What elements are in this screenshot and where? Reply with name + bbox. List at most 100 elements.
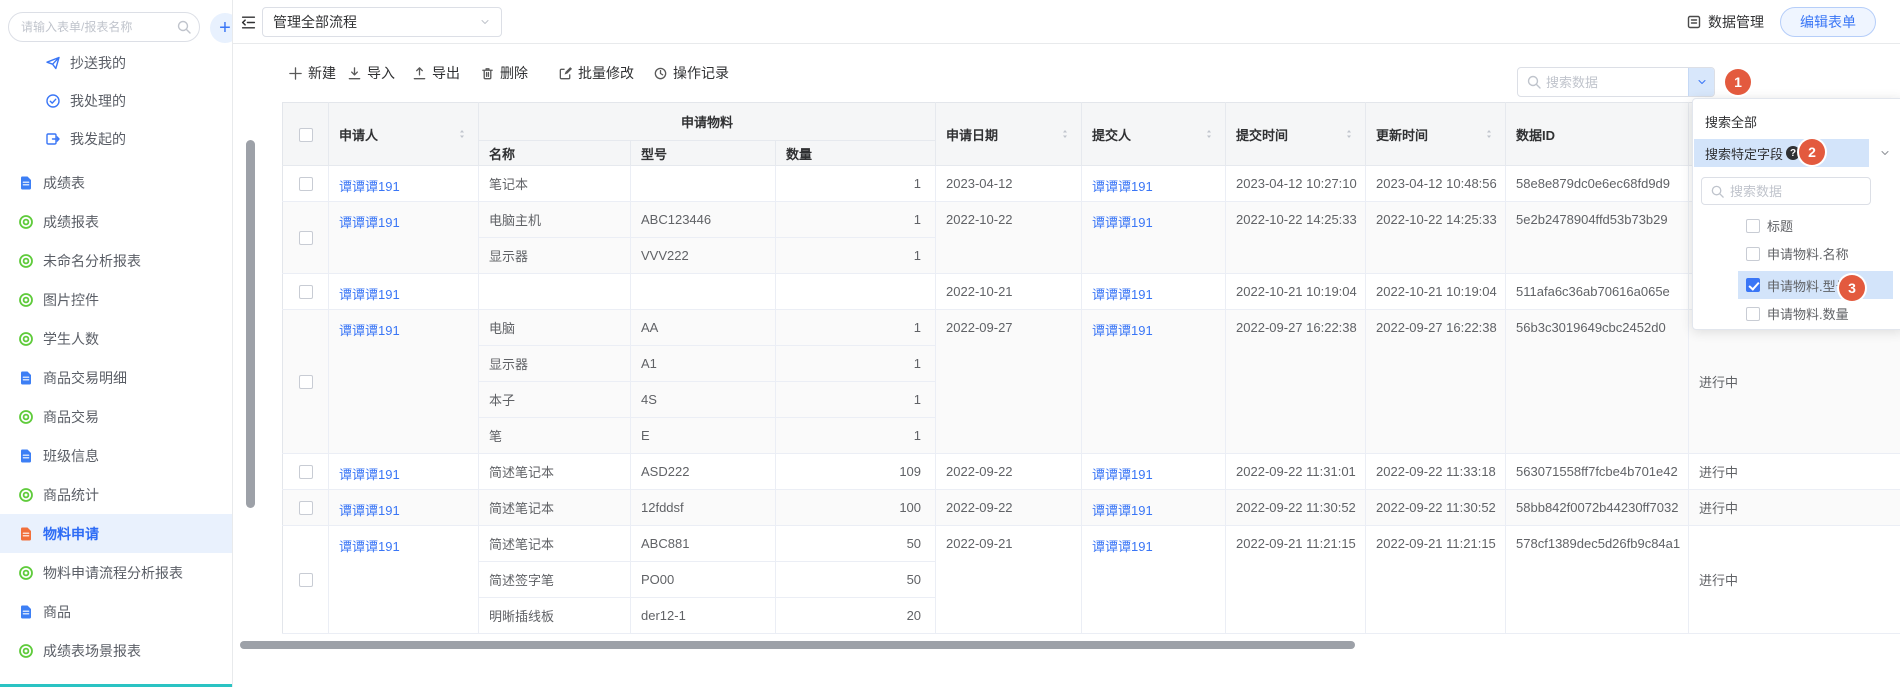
column-header-model: 型号 bbox=[631, 141, 776, 166]
select-all-checkbox[interactable] bbox=[299, 128, 313, 142]
row-checkbox[interactable] bbox=[299, 231, 313, 245]
row-checkbox[interactable] bbox=[299, 177, 313, 191]
row-checkbox[interactable] bbox=[299, 465, 313, 479]
column-header-update_time[interactable]: 更新时间 bbox=[1366, 103, 1506, 166]
row-checkbox-cell bbox=[283, 310, 329, 454]
search-fields-option[interactable]: 搜索特定字段 ? bbox=[1694, 139, 1869, 167]
report-icon bbox=[18, 331, 34, 347]
caret-sort-icon[interactable] bbox=[1483, 128, 1495, 140]
sidebar-item-学生人数[interactable]: 学生人数 bbox=[0, 319, 232, 358]
field-option-标题[interactable]: 标题 bbox=[1738, 212, 1893, 239]
column-header-submitter[interactable]: 提交人 bbox=[1082, 103, 1226, 166]
sidebar-search-input[interactable] bbox=[8, 12, 200, 42]
status-cell: 进行中 bbox=[1689, 454, 1900, 490]
applicant-link[interactable]: 谭谭谭191 bbox=[339, 215, 400, 230]
field-option-申请物料.数量[interactable]: 申请物料.数量 bbox=[1738, 300, 1893, 327]
data-search-input[interactable] bbox=[1546, 68, 1688, 96]
applicant-cell: 谭谭谭191 bbox=[329, 202, 479, 274]
field-option-申请物料.型号[interactable]: 申请物料.型号 bbox=[1738, 271, 1893, 299]
search-all-option[interactable]: 搜索全部 bbox=[1705, 112, 1757, 131]
advanced-search-toggle[interactable] bbox=[1688, 68, 1714, 96]
sidebar-item-1[interactable]: 我处理的 bbox=[0, 82, 232, 120]
vertical-scrollbar-thumb[interactable] bbox=[246, 140, 255, 508]
caret-sort-icon[interactable] bbox=[456, 128, 468, 140]
horizontal-scrollbar-thumb[interactable] bbox=[240, 641, 1355, 649]
sidebar-item-成绩表场景报表[interactable]: 成绩表场景报表 bbox=[0, 631, 232, 670]
item-quantity-cell: 1 bbox=[776, 202, 936, 238]
field-search-dropdown: 搜索全部 搜索特定字段 ? 标题申请物料.名称申请物料.型号申请物料.数量 bbox=[1692, 98, 1900, 330]
row-checkbox[interactable] bbox=[299, 375, 313, 389]
sidebar-item-label: 学生人数 bbox=[43, 329, 99, 349]
data-manage-button[interactable]: 数据管理 bbox=[1686, 0, 1764, 44]
sidebar-item-图片控件[interactable]: 图片控件 bbox=[0, 280, 232, 319]
flow-select[interactable]: 管理全部流程 bbox=[262, 7, 502, 37]
sidebar-item-成绩表[interactable]: 成绩表 bbox=[0, 163, 232, 202]
sidebar-item-label: 班级信息 bbox=[43, 446, 99, 466]
column-header-submit_time[interactable]: 提交时间 bbox=[1226, 103, 1366, 166]
chevron-down-icon[interactable] bbox=[1879, 147, 1891, 159]
sidebar-item-物料申请[interactable]: 物料申请 bbox=[0, 514, 232, 553]
row-checkbox[interactable] bbox=[299, 501, 313, 515]
sidebar-item-物料申请流程分析报表[interactable]: 物料申请流程分析报表 bbox=[0, 553, 232, 592]
panel-search-input[interactable] bbox=[1730, 184, 1870, 199]
sidebar-item-2[interactable]: 我发起的 bbox=[0, 120, 232, 158]
sidebar-item-成绩报表[interactable]: 成绩报表 bbox=[0, 202, 232, 241]
checkbox[interactable] bbox=[1746, 219, 1760, 233]
plus-icon bbox=[288, 66, 303, 81]
data-id-cell: 511afa6c36ab70616a065e bbox=[1506, 274, 1689, 310]
edit-form-button[interactable]: 编辑表单 bbox=[1780, 7, 1876, 37]
submitter-link[interactable]: 谭谭谭191 bbox=[1092, 539, 1153, 554]
row-checkbox-cell bbox=[283, 454, 329, 490]
question-circle-icon[interactable]: ? bbox=[1786, 146, 1800, 160]
submit-time-cell: 2022-10-22 14:25:33 bbox=[1226, 202, 1366, 274]
add-form-button[interactable]: + bbox=[210, 13, 233, 43]
applicant-link[interactable]: 谭谭谭191 bbox=[339, 539, 400, 554]
export-button[interactable]: 导出 bbox=[412, 44, 460, 102]
sidebar-item-label: 我处理的 bbox=[70, 91, 126, 111]
trash-button[interactable]: 删除 bbox=[480, 44, 528, 102]
import-button[interactable]: 导入 bbox=[347, 44, 395, 102]
column-header-apply_date[interactable]: 申请日期 bbox=[936, 103, 1082, 166]
applicant-link[interactable]: 谭谭谭191 bbox=[339, 503, 400, 518]
sidebar-item-班级信息[interactable]: 班级信息 bbox=[0, 436, 232, 475]
item-name-cell: 显示器 bbox=[479, 238, 631, 274]
checked-checkbox[interactable] bbox=[1746, 278, 1760, 292]
column-header-applicant[interactable]: 申请人 bbox=[329, 103, 479, 166]
data-search-box bbox=[1517, 67, 1715, 97]
sidebar-item-未命名分析报表[interactable]: 未命名分析报表 bbox=[0, 241, 232, 280]
row-checkbox[interactable] bbox=[299, 573, 313, 587]
sidebar-item-商品交易明细[interactable]: 商品交易明细 bbox=[0, 358, 232, 397]
report-icon bbox=[18, 253, 34, 269]
item-model-cell: der12-1 bbox=[631, 598, 776, 634]
row-checkbox[interactable] bbox=[299, 285, 313, 299]
submitter-link[interactable]: 谭谭谭191 bbox=[1092, 323, 1153, 338]
checkbox[interactable] bbox=[1746, 307, 1760, 321]
plus-button[interactable]: 新建 bbox=[288, 44, 336, 102]
applicant-link[interactable]: 谭谭谭191 bbox=[339, 179, 400, 194]
history-button[interactable]: 操作记录 bbox=[653, 44, 729, 102]
field-option-申请物料.名称[interactable]: 申请物料.名称 bbox=[1738, 240, 1893, 267]
row-checkbox-cell bbox=[283, 274, 329, 310]
caret-sort-icon[interactable] bbox=[1059, 128, 1071, 140]
main-panel: 管理全部流程 数据管理 编辑表单 新建导入导出删除批量修改操作记录 申请人 申请… bbox=[233, 0, 1900, 687]
checkbox[interactable] bbox=[1746, 247, 1760, 261]
submitter-link[interactable]: 谭谭谭191 bbox=[1092, 467, 1153, 482]
item-name-cell: 本子 bbox=[479, 382, 631, 418]
applicant-link[interactable]: 谭谭谭191 bbox=[339, 287, 400, 302]
sidebar-item-商品统计[interactable]: 商品统计 bbox=[0, 475, 232, 514]
submitter-link[interactable]: 谭谭谭191 bbox=[1092, 179, 1153, 194]
check-circle-icon bbox=[45, 93, 61, 109]
menu-fold-icon[interactable] bbox=[240, 14, 257, 31]
batch-edit-button[interactable]: 批量修改 bbox=[558, 44, 634, 102]
applicant-link[interactable]: 谭谭谭191 bbox=[339, 323, 400, 338]
applicant-link[interactable]: 谭谭谭191 bbox=[339, 467, 400, 482]
item-model-cell: ABC123446 bbox=[631, 202, 776, 238]
chevron-down-icon bbox=[479, 16, 491, 28]
submitter-link[interactable]: 谭谭谭191 bbox=[1092, 215, 1153, 230]
submitter-link[interactable]: 谭谭谭191 bbox=[1092, 503, 1153, 518]
submitter-link[interactable]: 谭谭谭191 bbox=[1092, 287, 1153, 302]
sidebar-item-商品[interactable]: 商品 bbox=[0, 592, 232, 631]
caret-sort-icon[interactable] bbox=[1343, 128, 1355, 140]
caret-sort-icon[interactable] bbox=[1203, 128, 1215, 140]
sidebar-item-商品交易[interactable]: 商品交易 bbox=[0, 397, 232, 436]
